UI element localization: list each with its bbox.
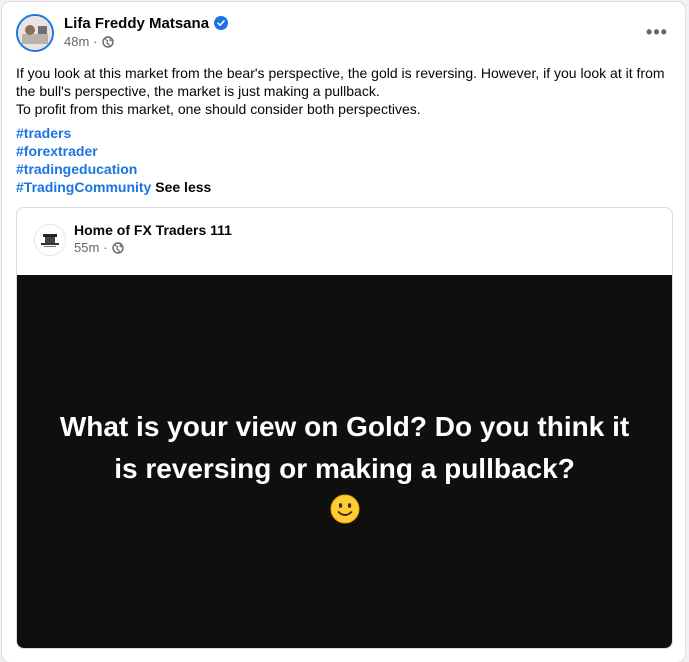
author-name[interactable]: Lifa Freddy Matsana [64,14,229,34]
verified-badge-icon [214,16,229,30]
see-less-button[interactable]: See less [155,179,211,195]
page-name[interactable]: Home of FX Traders 111 [74,221,232,239]
author-name-text[interactable]: Lifa Freddy Matsana [64,15,209,32]
text-image-card[interactable]: What is your view on Gold? Do you think … [17,275,672,648]
hashtag-link[interactable]: #traders [16,124,211,142]
shared-post-meta: 55m · [74,240,124,256]
page-avatar[interactable] [34,224,66,256]
more-options-button[interactable]: ••• [639,18,675,46]
post-text-paragraph: To profit from this market, one should c… [16,101,421,117]
hashtag-link[interactable]: #forextrader [16,142,211,160]
card-question-text: What is your view on Gold? Do you think … [59,410,630,484]
post-text-paragraph: If you look at this market from the bear… [16,65,665,99]
post-meta: 48m · [64,34,114,50]
hashtag-link[interactable]: #TradingCommunity [16,179,151,195]
post-timestamp[interactable]: 48m [64,34,89,50]
hashtag-list: #traders #forextrader #tradingeducation … [16,124,211,196]
feed-post: Lifa Freddy Matsana 48m · ••• If you loo… [2,2,685,662]
globe-icon[interactable] [111,242,124,254]
more-options-icon: ••• [646,21,668,42]
slightly-smiling-face-icon [330,494,359,523]
post-text: If you look at this market from the bear… [16,64,671,118]
hashtag-row: #TradingCommunity See less [16,178,211,196]
shared-post-timestamp[interactable]: 55m [74,240,99,256]
shared-post[interactable]: Home of FX Traders 111 55m · What is you… [16,207,673,649]
hashtag-link[interactable]: #tradingeducation [16,160,211,178]
meta-separator: · [93,34,98,49]
author-avatar[interactable] [16,14,54,52]
meta-separator: · [103,240,108,255]
globe-icon[interactable] [101,36,114,48]
